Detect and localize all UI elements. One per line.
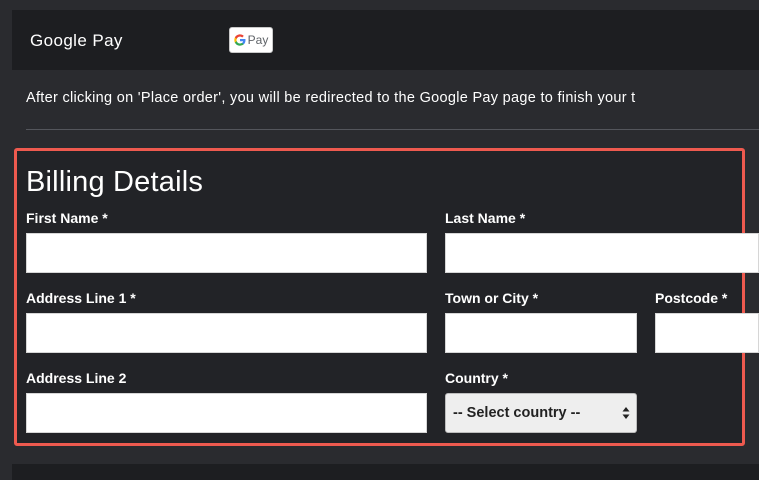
- last-name-label: Last Name *: [445, 210, 526, 226]
- address-line-1-label: Address Line 1 *: [26, 290, 136, 306]
- last-name-field[interactable]: [445, 233, 759, 273]
- redirect-notice: After clicking on 'Place order', you wil…: [26, 90, 636, 106]
- address-line-1-field[interactable]: [26, 313, 427, 353]
- address-line-2-label: Address Line 2: [26, 370, 127, 386]
- select-arrows-icon: [622, 407, 630, 419]
- section-divider: [26, 129, 759, 130]
- checkout-page: Google Pay Pay After clicking on 'Place …: [0, 0, 759, 480]
- postcode-label: Postcode *: [655, 290, 728, 306]
- google-pay-option-header[interactable]: Google Pay Pay: [12, 10, 759, 70]
- google-pay-logo: Pay: [229, 27, 273, 53]
- first-name-field[interactable]: [26, 233, 427, 273]
- google-pay-title: Google Pay: [30, 31, 123, 50]
- country-select[interactable]: -- Select country --: [445, 393, 637, 433]
- next-section-header: [12, 464, 759, 480]
- billing-details-title: Billing Details: [26, 166, 204, 198]
- country-label: Country *: [445, 370, 508, 386]
- first-name-label: First Name *: [26, 210, 108, 226]
- town-city-label: Town or City *: [445, 290, 539, 306]
- address-line-2-field[interactable]: [26, 393, 427, 433]
- google-g-icon: [233, 34, 246, 46]
- postcode-field[interactable]: [655, 313, 759, 353]
- country-select-value: -- Select country --: [453, 405, 581, 421]
- google-pay-logo-text: Pay: [247, 33, 269, 47]
- town-city-field[interactable]: [445, 313, 637, 353]
